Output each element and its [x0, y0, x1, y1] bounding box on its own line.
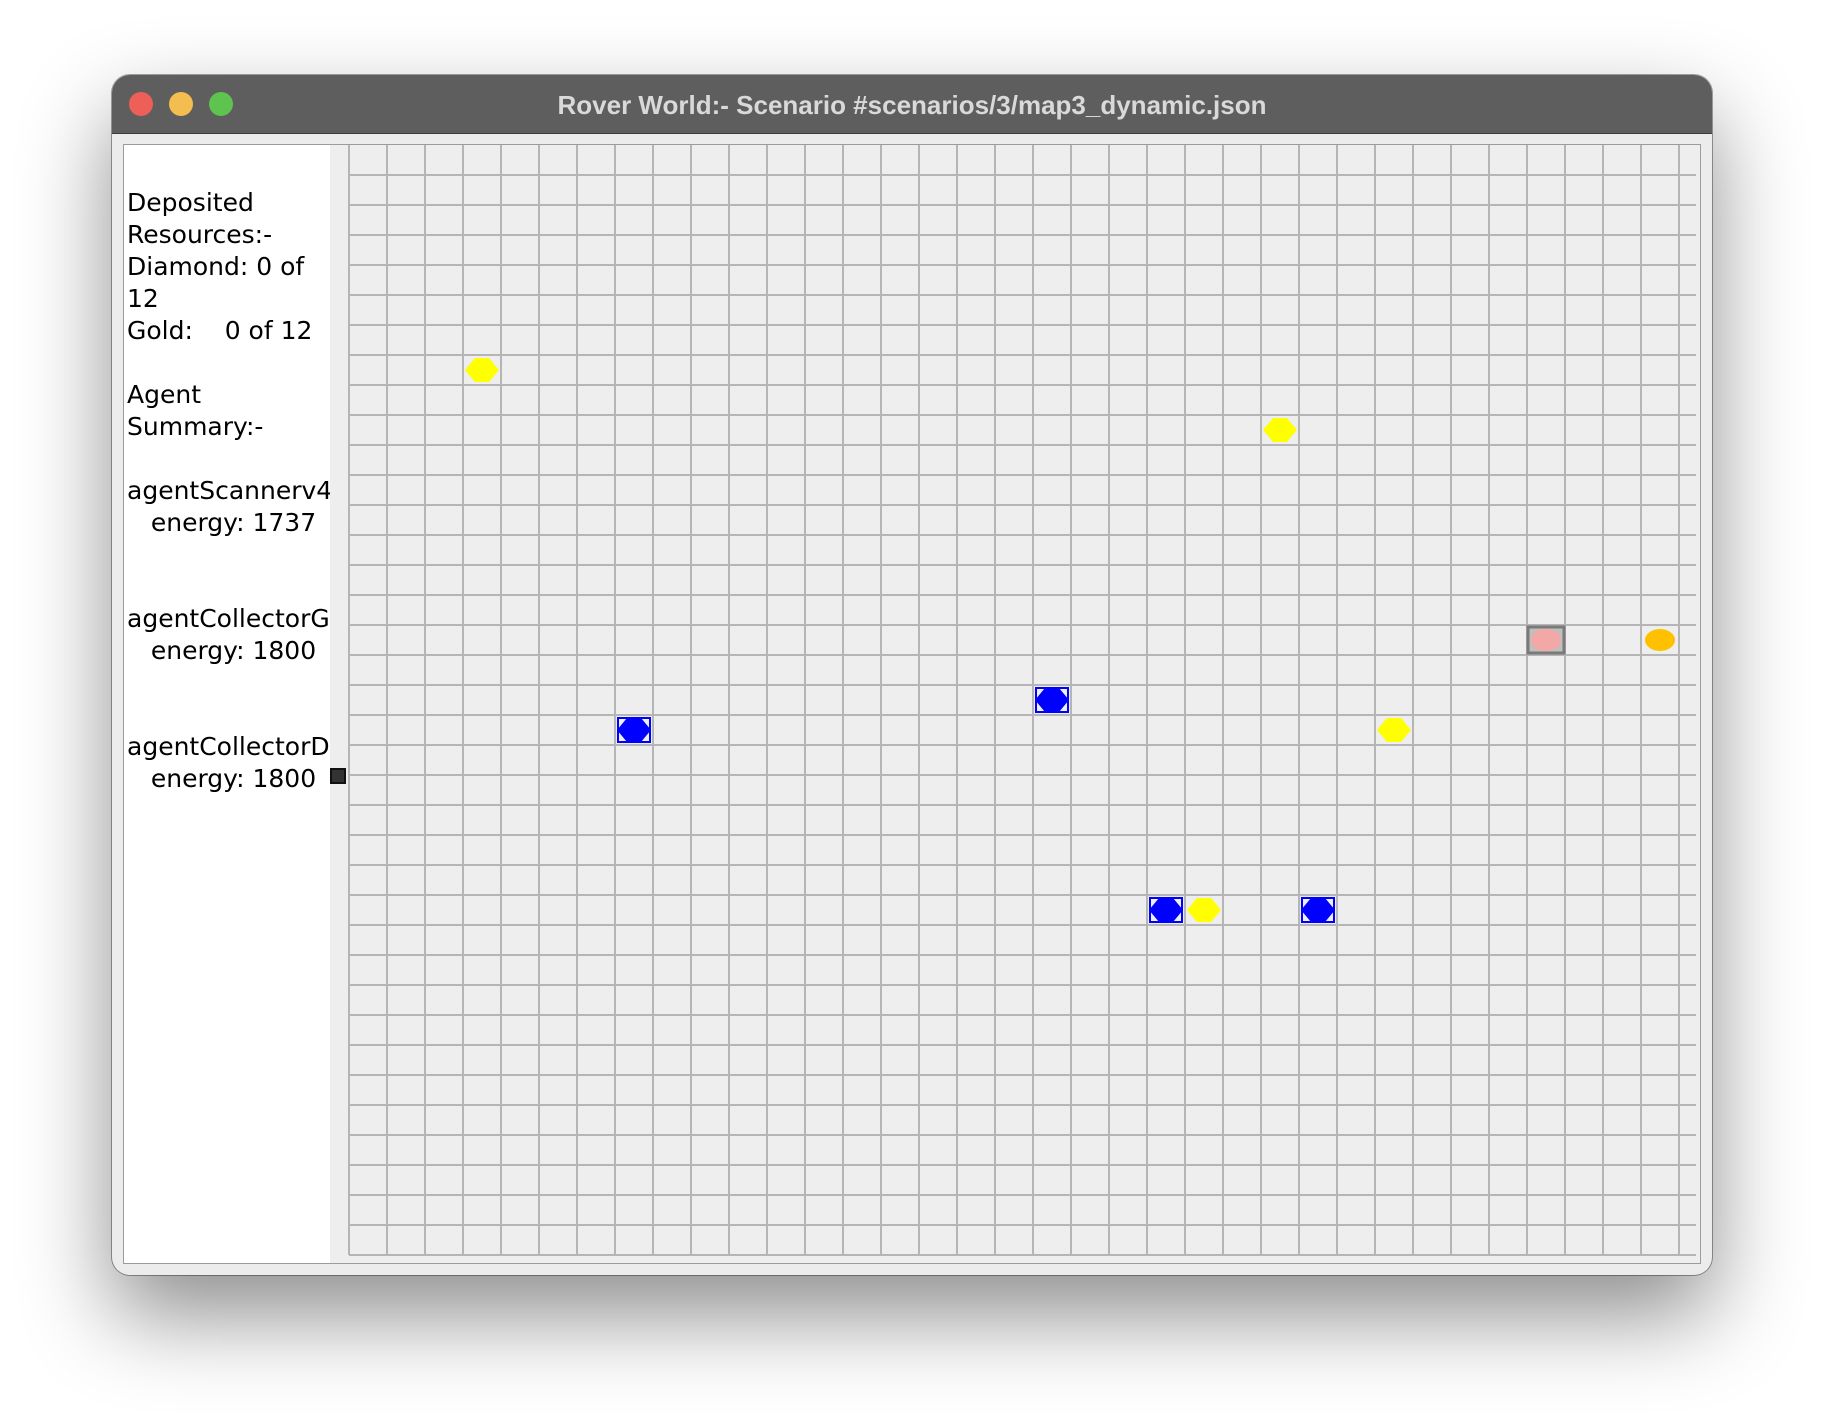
sidebar-line: energy: 1800	[127, 764, 317, 793]
sidebar-line: agentScannerv4:	[127, 476, 330, 505]
sidebar-line: agentCollectorG	[127, 604, 330, 633]
orange-agent-icon	[1645, 629, 1675, 651]
sidebar-line: agentCollectorD	[127, 732, 330, 761]
sidebar-line: Summary:-	[127, 412, 264, 441]
sidebar-line: Resources:-	[127, 220, 273, 249]
sidebar-line: Gold: 0 of 12	[127, 316, 313, 345]
sidebar-line: energy: 1800	[127, 636, 317, 665]
sidebar-line: Diamond: 0 of	[127, 252, 305, 281]
pink-agent-icon	[1526, 625, 1566, 655]
window-title: Rover World:- Scenario #scenarios/3/map3…	[557, 90, 1267, 120]
grid-background	[330, 145, 1700, 1263]
sidebar-line: Agent	[127, 380, 201, 409]
app-window: Rover World:- Scenario #scenarios/3/map3…	[112, 75, 1712, 1275]
base-marker	[330, 768, 346, 784]
sidebar-line: energy: 1737	[127, 508, 317, 537]
status-sidebar: Deposited Resources:- Diamond: 0 of 12 Gold:…	[124, 145, 330, 1263]
title-bar[interactable]: Rover World:- Scenario #scenarios/3/map3…	[112, 75, 1712, 134]
sidebar-line: Deposited	[127, 188, 254, 217]
grid-canvas[interactable]	[330, 145, 1700, 1263]
content-panel: Deposited Resources:- Diamond: 0 of 12 Gold:…	[123, 144, 1701, 1264]
sidebar-line: 12	[127, 284, 159, 313]
world-grid[interactable]	[330, 145, 1700, 1263]
